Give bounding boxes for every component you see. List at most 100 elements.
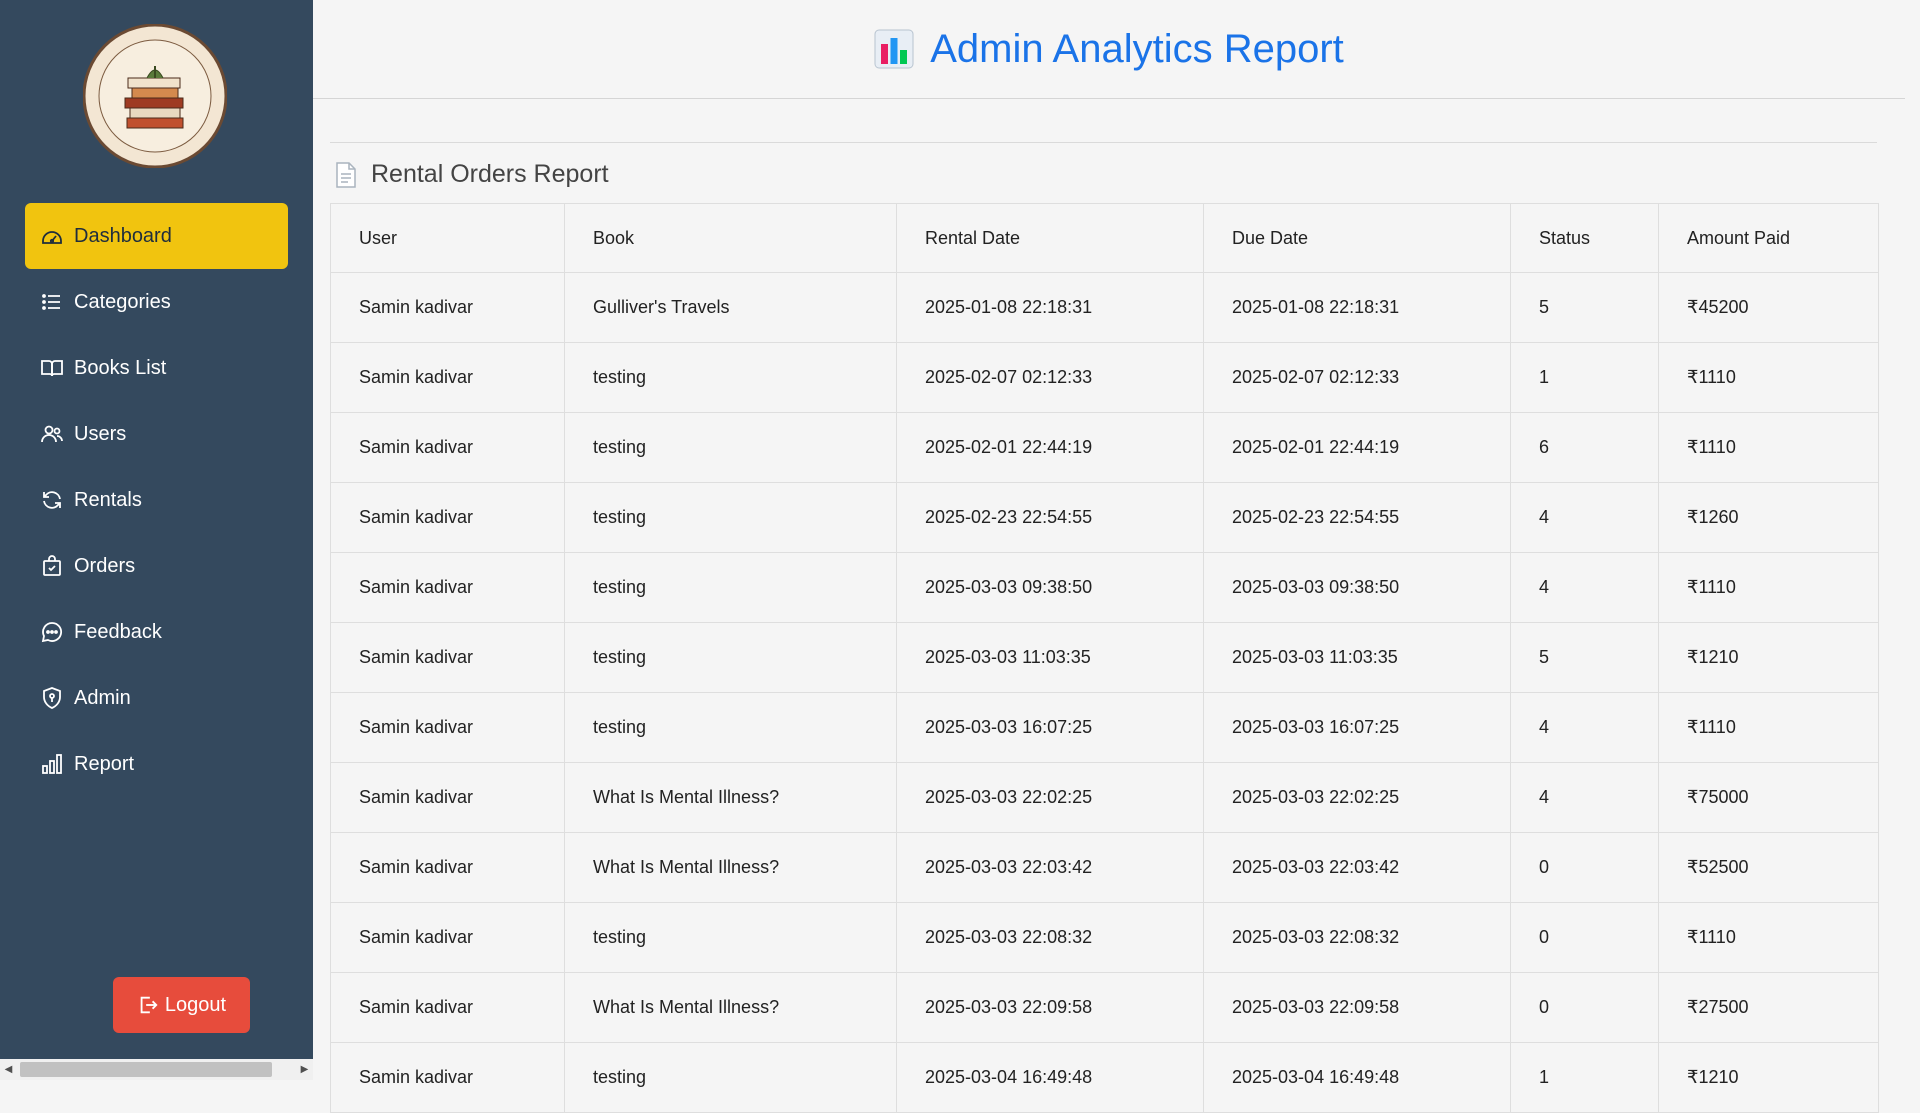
cell-due-date: 2025-03-03 22:09:58 (1203, 972, 1511, 1043)
list-icon (40, 290, 64, 314)
cell-rental-date: 2025-03-03 09:38:50 (896, 552, 1204, 623)
sidebar-item-label: Books List (74, 356, 167, 379)
table-row[interactable]: Samin kadivar testing 2025-02-01 22:44:19 2… (330, 412, 1879, 483)
sidebar-item-categories[interactable]: Categories (25, 269, 288, 335)
cell-status: 5 (1510, 622, 1659, 693)
cell-amount-paid: ₹1110 (1658, 902, 1879, 973)
refresh-icon (40, 488, 64, 512)
cell-due-date: 2025-03-03 22:08:32 (1203, 902, 1511, 973)
scroll-left-icon[interactable]: ◀ (0, 1059, 17, 1080)
sidebar-item-label: Users (74, 422, 127, 445)
sidebar-item-label: Dashboard (74, 224, 172, 247)
cell-book: testing (564, 412, 897, 483)
cell-amount-paid: ₹1110 (1658, 412, 1879, 483)
cell-rental-date: 2025-03-03 11:03:35 (896, 622, 1204, 693)
table-row[interactable]: Samin kadivar What Is Mental Illness? 2025… (330, 762, 1879, 833)
sidebar-item-orders[interactable]: Orders (25, 533, 288, 599)
cell-user: Samin kadivar (330, 482, 565, 553)
cell-amount-paid: ₹1110 (1658, 552, 1879, 623)
rental-orders-table: User Book Rental Date Due Date Status Am… (330, 203, 1879, 1113)
column-header-user[interactable]: User (330, 203, 565, 273)
sidebar-item-label: Feedback (74, 620, 162, 643)
table-header-row: User Book Rental Date Due Date Status Am… (330, 203, 1879, 273)
cell-amount-paid: ₹1210 (1658, 1042, 1879, 1113)
column-header-due-date[interactable]: Due Date (1203, 203, 1511, 273)
cell-book: testing (564, 902, 897, 973)
cell-rental-date: 2025-03-03 22:02:25 (896, 762, 1204, 833)
dashboard-icon (40, 224, 64, 248)
sidebar-item-admin[interactable]: Admin (25, 665, 288, 731)
cell-rental-date: 2025-03-03 22:08:32 (896, 902, 1204, 973)
cell-book: testing (564, 1042, 897, 1113)
bookstore-logo-icon[interactable] (82, 23, 228, 169)
cell-due-date: 2025-03-03 22:02:25 (1203, 762, 1511, 833)
cell-due-date: 2025-01-08 22:18:31 (1203, 272, 1511, 343)
cell-amount-paid: ₹45200 (1658, 272, 1879, 343)
cell-due-date: 2025-03-03 09:38:50 (1203, 552, 1511, 623)
report-title-text: Rental Orders Report (371, 160, 609, 188)
table-row[interactable]: Samin kadivar testing 2025-02-23 22:54:55 2… (330, 482, 1879, 553)
sidebar-item-report[interactable]: Report (25, 731, 288, 797)
table-body: Samin kadivar Gulliver's Travels 2025-01-0… (330, 272, 1879, 1113)
cell-status: 4 (1510, 692, 1659, 763)
book-icon (40, 356, 64, 380)
shield-icon (40, 686, 64, 710)
cell-book: testing (564, 482, 897, 553)
cell-status: 5 (1510, 272, 1659, 343)
cell-amount-paid: ₹1210 (1658, 622, 1879, 693)
cell-amount-paid: ₹27500 (1658, 972, 1879, 1043)
sidebar-item-users[interactable]: Users (25, 401, 288, 467)
sidebar-item-dashboard[interactable]: Dashboard (25, 203, 288, 269)
main-content: Admin Analytics Report Rental Orders Rep… (313, 0, 1920, 1113)
sidebar-item-rentals[interactable]: Rentals (25, 467, 288, 533)
cell-rental-date: 2025-03-04 16:49:48 (896, 1042, 1204, 1113)
cell-user: Samin kadivar (330, 832, 565, 903)
cell-book: testing (564, 692, 897, 763)
cell-book: testing (564, 622, 897, 693)
table-row[interactable]: Samin kadivar testing 2025-02-07 02:12:33 2… (330, 342, 1879, 413)
column-header-amount-paid[interactable]: Amount Paid (1658, 203, 1879, 273)
divider (330, 142, 1877, 143)
bar-chart-icon (874, 29, 914, 69)
bag-icon (40, 554, 64, 578)
cell-due-date: 2025-02-23 22:54:55 (1203, 482, 1511, 553)
cell-status: 1 (1510, 1042, 1659, 1113)
cell-user: Samin kadivar (330, 692, 565, 763)
sidebar-item-label: Admin (74, 686, 131, 709)
table-row[interactable]: Samin kadivar Gulliver's Travels 2025-01-0… (330, 272, 1879, 343)
cell-book: What Is Mental Illness? (564, 832, 897, 903)
cell-due-date: 2025-02-01 22:44:19 (1203, 412, 1511, 483)
table-row[interactable]: Samin kadivar testing 2025-03-04 16:49:48 2… (330, 1042, 1879, 1113)
logout-icon (140, 996, 158, 1014)
cell-book: testing (564, 342, 897, 413)
cell-user: Samin kadivar (330, 272, 565, 343)
cell-book: What Is Mental Illness? (564, 762, 897, 833)
column-header-rental-date[interactable]: Rental Date (896, 203, 1204, 273)
logout-button[interactable]: Logout (113, 977, 250, 1033)
bar-chart-icon (40, 752, 64, 776)
cell-rental-date: 2025-02-01 22:44:19 (896, 412, 1204, 483)
table-row[interactable]: Samin kadivar What Is Mental Illness? 2025… (330, 832, 1879, 903)
table-row[interactable]: Samin kadivar What Is Mental Illness? 2025… (330, 972, 1879, 1043)
cell-user: Samin kadivar (330, 552, 565, 623)
cell-rental-date: 2025-03-03 22:03:42 (896, 832, 1204, 903)
sidebar-item-books-list[interactable]: Books List (25, 335, 288, 401)
page-title-text: Admin Analytics Report (930, 26, 1344, 71)
cell-status: 6 (1510, 412, 1659, 483)
scroll-right-icon[interactable]: ▶ (296, 1059, 313, 1080)
table-row[interactable]: Samin kadivar testing 2025-03-03 22:08:32 2… (330, 902, 1879, 973)
cell-book: What Is Mental Illness? (564, 972, 897, 1043)
column-header-status[interactable]: Status (1510, 203, 1659, 273)
cell-status: 4 (1510, 482, 1659, 553)
scrollbar-thumb[interactable] (20, 1062, 272, 1077)
page-title: Admin Analytics Report (874, 27, 1344, 72)
cell-user: Samin kadivar (330, 342, 565, 413)
cell-status: 4 (1510, 762, 1659, 833)
table-row[interactable]: Samin kadivar testing 2025-03-03 11:03:35 2… (330, 622, 1879, 693)
table-row[interactable]: Samin kadivar testing 2025-03-03 16:07:25 2… (330, 692, 1879, 763)
sidebar-item-feedback[interactable]: Feedback (25, 599, 288, 665)
cell-rental-date: 2025-02-23 22:54:55 (896, 482, 1204, 553)
column-header-book[interactable]: Book (564, 203, 897, 273)
horizontal-scrollbar[interactable]: ◀ ▶ (0, 1059, 313, 1080)
table-row[interactable]: Samin kadivar testing 2025-03-03 09:38:50 2… (330, 552, 1879, 623)
